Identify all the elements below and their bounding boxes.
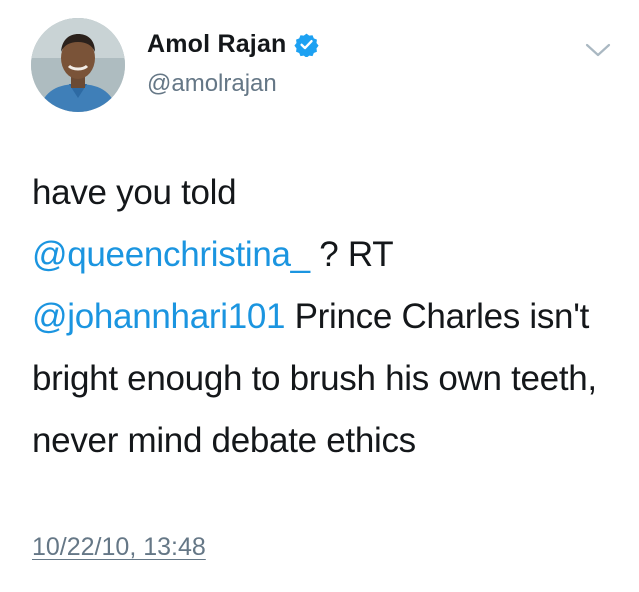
- tweet-text: have you told @queenchristina_ ? RT @joh…: [32, 162, 622, 472]
- tweet-text-line1: have you told: [32, 173, 237, 212]
- avatar-photo: [31, 18, 125, 112]
- tweet-text-rt: ? RT: [309, 235, 394, 274]
- mention-link-queenchristina[interactable]: @queenchristina_: [32, 235, 310, 274]
- chevron-down-icon[interactable]: [585, 41, 611, 59]
- user-avatar[interactable]: [31, 18, 125, 112]
- user-handle[interactable]: @amolrajan: [147, 70, 277, 98]
- display-name[interactable]: Amol Rajan: [147, 30, 287, 59]
- mention-link-johannhari101[interactable]: @johannhari101: [32, 297, 286, 336]
- author-name-row: Amol Rajan: [147, 30, 319, 59]
- tweet-card: Amol Rajan @amolrajan have you told @que…: [0, 0, 639, 592]
- verified-badge-icon: [293, 32, 319, 58]
- tweet-timestamp[interactable]: 10/22/10, 13:48: [32, 533, 206, 562]
